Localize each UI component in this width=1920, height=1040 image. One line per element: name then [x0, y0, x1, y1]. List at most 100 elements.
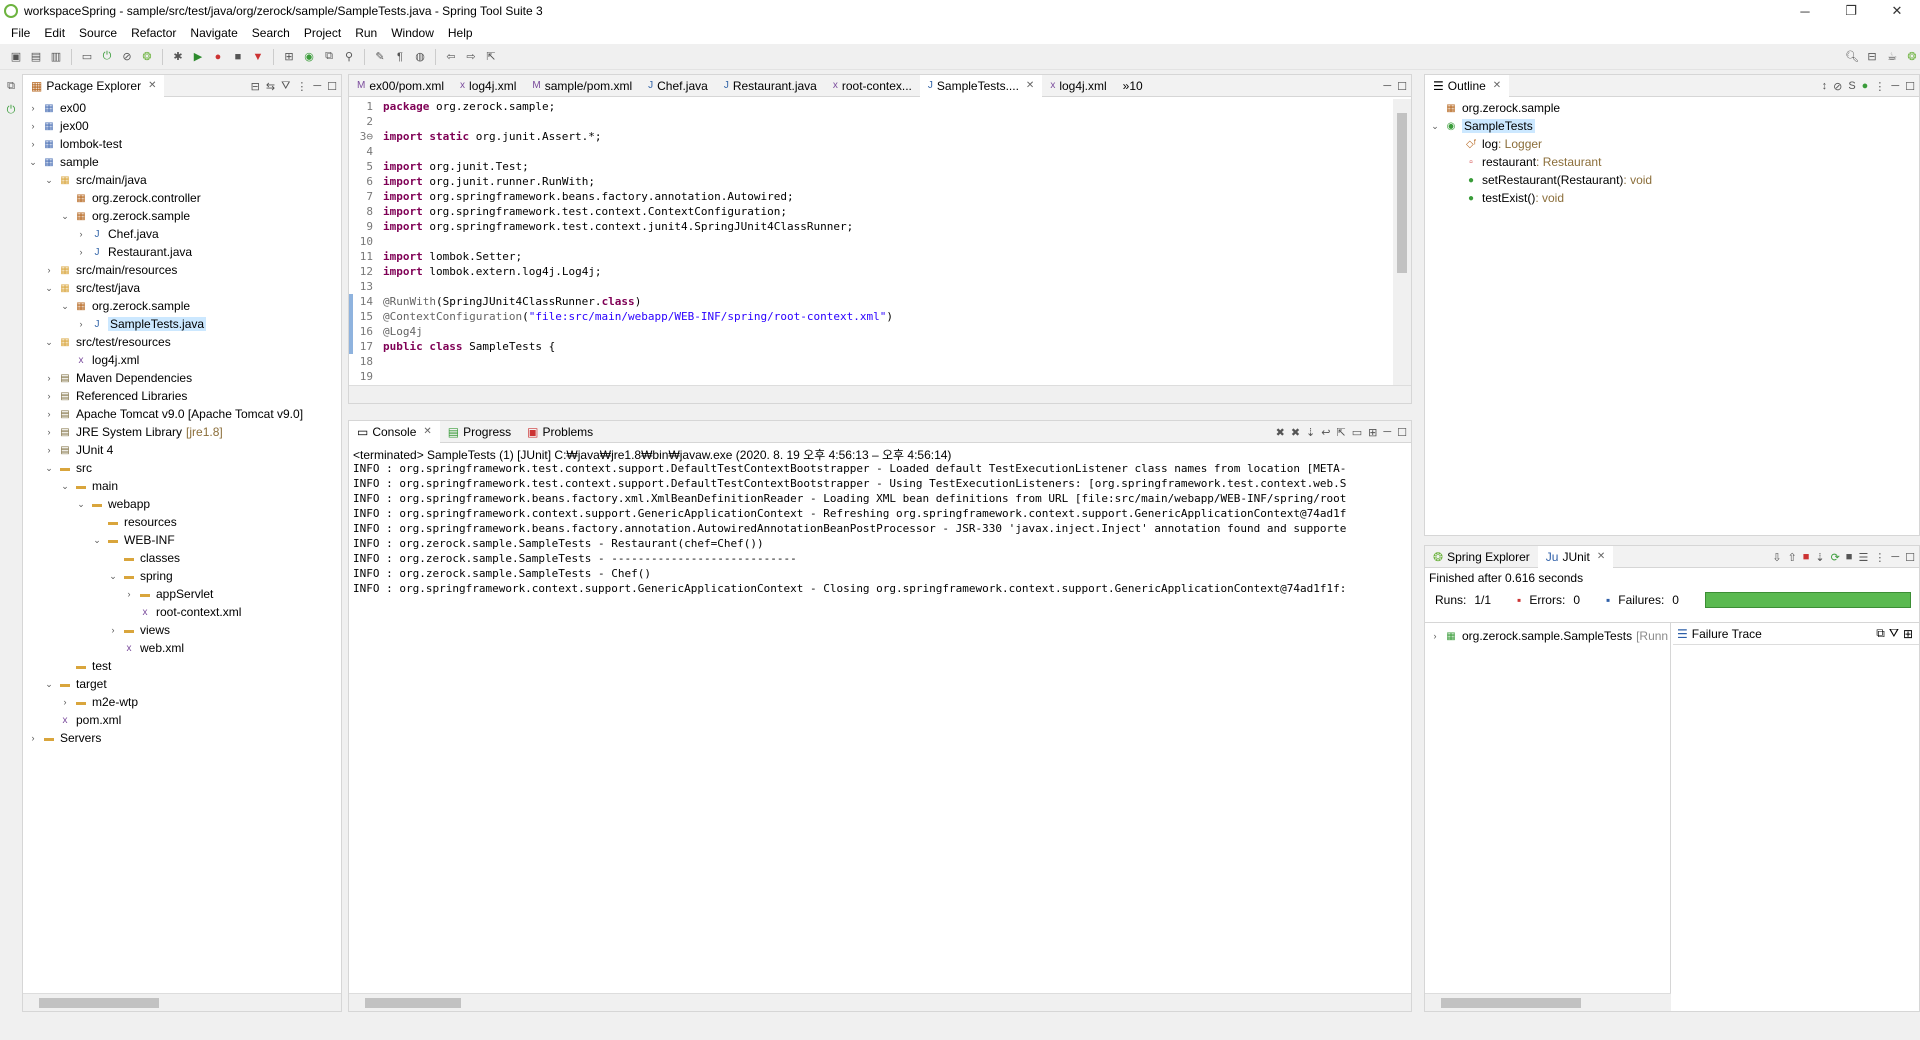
skip-breakpoints-icon[interactable]: ⊘ [119, 49, 135, 65]
menu-help[interactable]: Help [441, 26, 480, 40]
chevron-right-icon[interactable]: › [123, 589, 135, 599]
editor-tab-overflow[interactable]: »10 [1115, 75, 1151, 97]
vertical-scrollbar[interactable] [1393, 99, 1411, 389]
chevron-down-icon[interactable]: ⌄ [75, 499, 87, 510]
menu-search[interactable]: Search [245, 26, 297, 40]
maximize-view-icon[interactable]: ☐ [1397, 426, 1407, 439]
outline-member[interactable]: ● testExist() : void [1425, 189, 1919, 207]
tab-console[interactable]: ▭ Console ✕ [349, 420, 440, 443]
chevron-right-icon[interactable]: › [43, 445, 55, 455]
tree-item[interactable]: ⌄ ▬ main [23, 477, 341, 495]
chevron-right-icon[interactable]: › [27, 733, 39, 743]
pin-console-icon[interactable]: ⇱ [1336, 426, 1345, 439]
chevron-right-icon[interactable]: › [1429, 631, 1441, 641]
back-icon[interactable]: ⇦ [443, 49, 459, 65]
tree-item[interactable]: › J Restaurant.java [23, 243, 341, 261]
tree-item[interactable]: x pom.xml [23, 711, 341, 729]
next-failure-icon[interactable]: ⇩ [1772, 551, 1781, 564]
tree-item[interactable]: › ▦ lombok-test [23, 135, 341, 153]
tree-item[interactable]: ⌄ ▦ org.zerock.sample [23, 207, 341, 225]
view-menu-icon[interactable]: ⋮ [1874, 551, 1885, 564]
tab-package-explorer[interactable]: ▦ Package Explorer ✕ [23, 74, 165, 97]
tree-item[interactable]: › ▤ Referenced Libraries [23, 387, 341, 405]
display-console-icon[interactable]: ▭ [1352, 426, 1362, 439]
remove-launch-icon[interactable]: ✖ [1276, 426, 1285, 439]
chevron-right-icon[interactable]: › [59, 697, 71, 707]
previous-failure-icon[interactable]: ⇧ [1787, 551, 1796, 564]
boot-dashboard-icon[interactable]: ⏻ [99, 49, 115, 65]
forward-icon[interactable]: ⇨ [463, 49, 479, 65]
scroll-lock-icon[interactable]: ⇣ [1306, 426, 1315, 439]
chevron-right-icon[interactable]: › [43, 427, 55, 437]
tree-item[interactable]: › ▬ m2e-wtp [23, 693, 341, 711]
new-class-icon[interactable]: ◉ [301, 49, 317, 65]
chevron-down-icon[interactable]: ⌄ [43, 283, 55, 294]
tree-item[interactable]: x web.xml [23, 639, 341, 657]
collapse-all-icon[interactable]: ⊟ [251, 80, 260, 93]
chevron-right-icon[interactable]: › [75, 247, 87, 257]
chevron-right-icon[interactable]: › [107, 625, 119, 635]
show-failures-only-icon[interactable]: ■ [1803, 551, 1810, 563]
menu-edit[interactable]: Edit [37, 26, 72, 40]
outline-member[interactable]: ● setRestaurant(Restaurant) : void [1425, 171, 1919, 189]
editor-tab[interactable]: Msample/pom.xml [524, 75, 640, 97]
menu-navigate[interactable]: Navigate [183, 26, 244, 40]
tree-item[interactable]: › J SampleTests.java [23, 315, 341, 333]
chevron-down-icon[interactable]: ⌄ [43, 679, 55, 690]
minimize-view-icon[interactable]: ─ [1383, 80, 1391, 92]
minimize-view-icon[interactable]: ─ [1891, 80, 1899, 92]
menu-project[interactable]: Project [297, 26, 348, 40]
outline-member[interactable]: ◇ᶠ log : Logger [1425, 135, 1919, 153]
run-icon[interactable]: ▶ [190, 49, 206, 65]
menu-run[interactable]: Run [348, 26, 384, 40]
new-project-icon[interactable]: ⊞ [281, 49, 297, 65]
hide-nonpublic-icon[interactable]: ● [1862, 80, 1869, 92]
tree-item[interactable]: › ▤ JUnit 4 [23, 441, 341, 459]
chevron-right-icon[interactable]: › [27, 139, 39, 149]
editor-tab[interactable]: x log4j.xml [1042, 75, 1114, 97]
open-type-icon[interactable]: ⧉ [321, 49, 337, 65]
menu-source[interactable]: Source [72, 26, 124, 40]
horizontal-scrollbar[interactable] [1425, 993, 1671, 1011]
filter-icon[interactable]: ⛛ [281, 80, 290, 93]
tree-item[interactable]: ⌄ ▦ sample [23, 153, 341, 171]
horizontal-scrollbar[interactable] [23, 993, 341, 1011]
hide-fields-icon[interactable]: ⊘ [1833, 80, 1842, 93]
chevron-down-icon[interactable]: ⌄ [27, 157, 39, 168]
tree-item[interactable]: › ▤ Maven Dependencies [23, 369, 341, 387]
menu-window[interactable]: Window [384, 26, 441, 40]
tree-item[interactable]: › ▬ appServlet [23, 585, 341, 603]
tab-spring-explorer[interactable]: ❂ Spring Explorer [1425, 546, 1538, 568]
tree-item[interactable]: ⌄ ▬ target [23, 675, 341, 693]
globe-icon[interactable]: ◍ [412, 49, 428, 65]
history-icon[interactable]: ☰ [1858, 551, 1868, 564]
close-icon[interactable]: ✕ [1026, 80, 1034, 91]
tree-item[interactable]: › ▬ Servers [23, 729, 341, 747]
java-perspective-icon[interactable]: ☕︎ [1884, 49, 1900, 65]
chevron-down-icon[interactable]: ⌄ [43, 175, 55, 186]
menu-file[interactable]: File [4, 26, 37, 40]
hide-static-icon[interactable]: S [1848, 80, 1855, 92]
tree-item[interactable]: ⌄ ▬ src [23, 459, 341, 477]
format-icon[interactable]: ¶ [392, 49, 408, 65]
chevron-down-icon[interactable]: ⌄ [59, 301, 71, 312]
chevron-down-icon[interactable]: ⌄ [43, 463, 55, 474]
tree-item[interactable]: ▬ resources [23, 513, 341, 531]
chevron-down-icon[interactable]: ⌄ [59, 481, 71, 492]
tree-item[interactable]: › ▦ ex00 [23, 99, 341, 117]
editor-tab[interactable]: J SampleTests.... ✕ [919, 74, 1043, 97]
maximize-view-icon[interactable]: ☐ [1905, 551, 1915, 564]
tree-item[interactable]: ⌄ ▦ src/test/java [23, 279, 341, 297]
tree-item[interactable]: › ▤ Apache Tomcat v9.0 [Apache Tomcat v9.0… [23, 405, 341, 423]
chevron-right-icon[interactable]: › [75, 229, 87, 239]
minimize-button[interactable]: ─ [1782, 0, 1828, 22]
server-icon[interactable]: ▼ [250, 49, 266, 65]
save-icon[interactable]: ▤ [28, 49, 44, 65]
minimize-view-icon[interactable]: ─ [1383, 426, 1391, 438]
close-icon[interactable]: ✕ [423, 426, 431, 437]
chevron-right-icon[interactable]: › [43, 391, 55, 401]
view-menu-icon[interactable]: ⋮ [296, 80, 307, 93]
outline-member[interactable]: ▫ restaurant : Restaurant [1425, 153, 1919, 171]
chevron-down-icon[interactable]: ⌄ [43, 337, 55, 348]
chevron-right-icon[interactable]: › [75, 319, 87, 329]
